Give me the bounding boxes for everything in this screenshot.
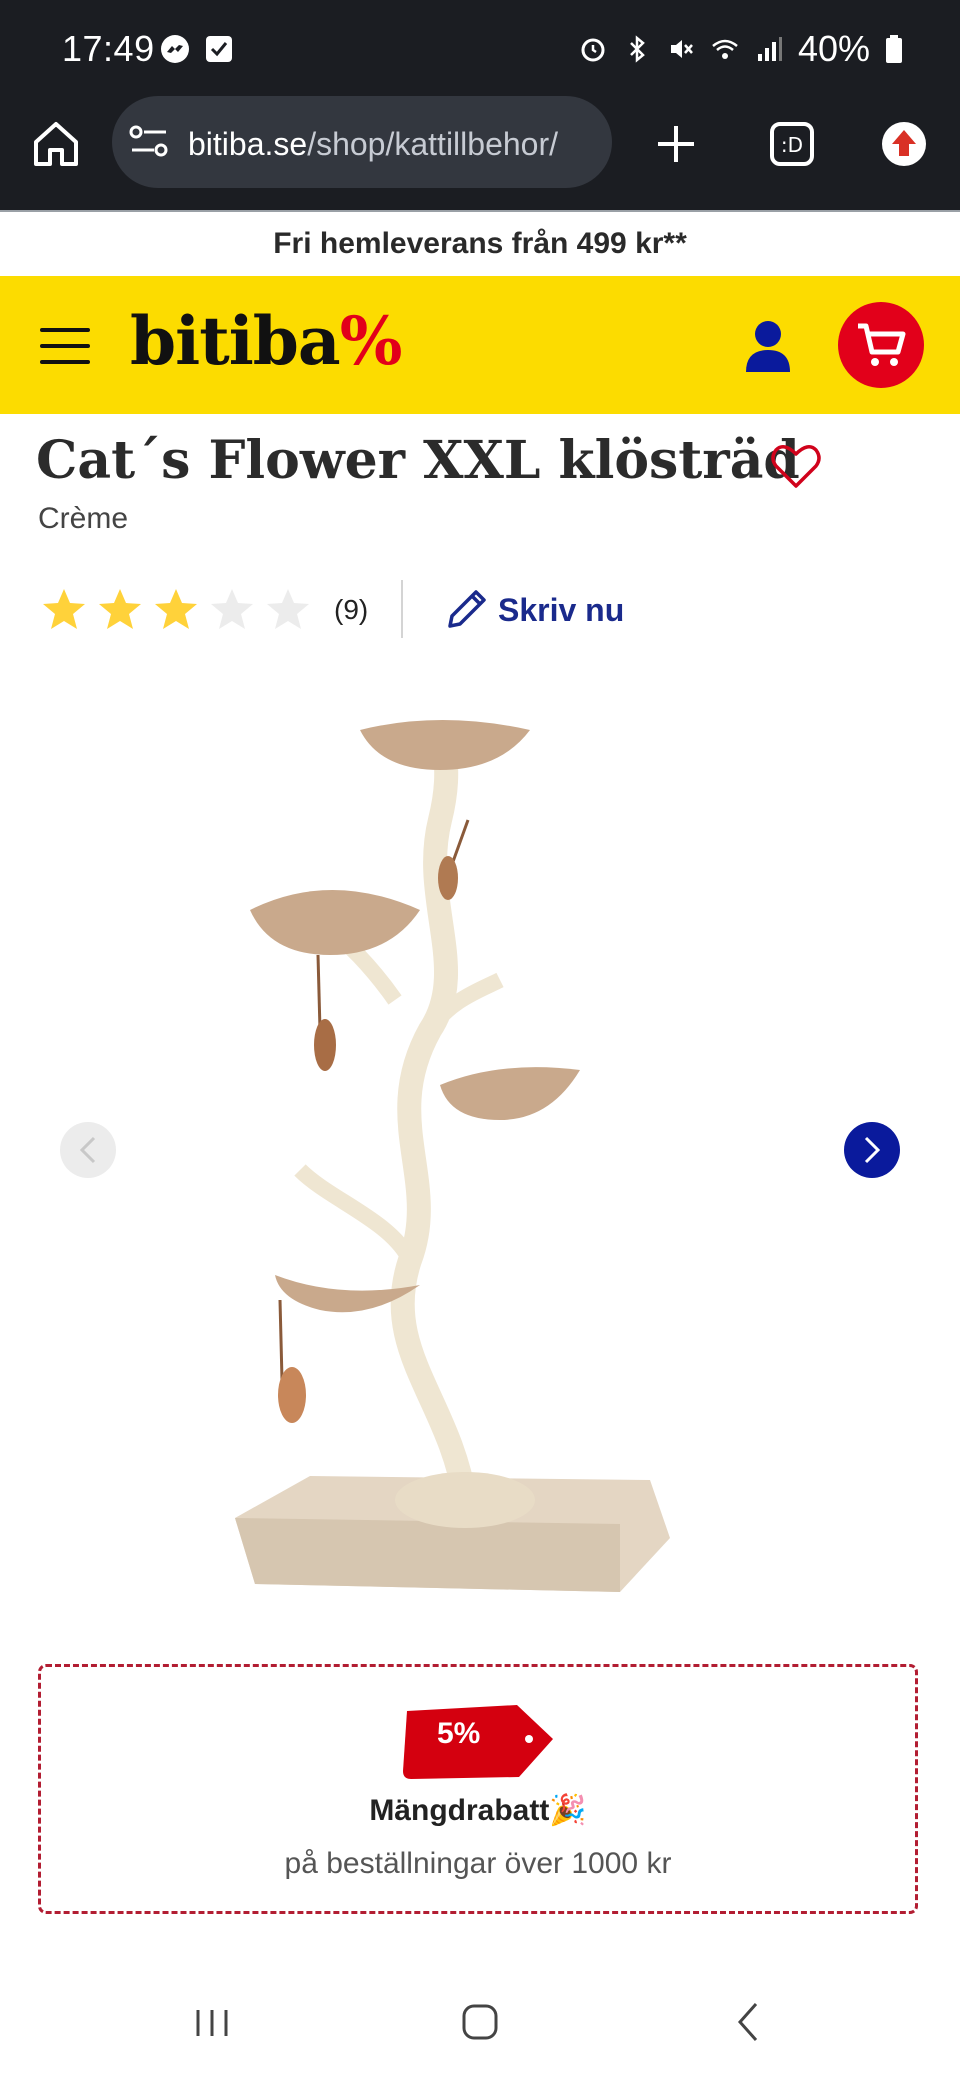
svg-text::D: :D bbox=[781, 133, 803, 157]
star-empty-icon bbox=[267, 589, 309, 629]
checkbox-icon bbox=[206, 36, 232, 62]
shopping-cart-icon bbox=[858, 323, 906, 366]
write-review-button[interactable]: Skriv nu bbox=[442, 586, 624, 634]
site-settings-icon[interactable] bbox=[128, 124, 170, 160]
pencil-icon bbox=[448, 590, 486, 628]
hamburger-menu-icon[interactable] bbox=[40, 328, 90, 364]
url-path: /shop/kattillbehor/ bbox=[307, 126, 558, 162]
tabs-icon[interactable]: :D bbox=[760, 112, 824, 176]
battery-percent: 40% bbox=[797, 28, 870, 69]
battery-icon bbox=[886, 35, 902, 63]
status-time: 17:49 bbox=[62, 28, 155, 69]
discount-subtitle: på beställningar över 1000 kr bbox=[284, 1847, 672, 1880]
messenger-icon bbox=[161, 35, 189, 63]
write-review-label: Skriv nu bbox=[498, 591, 625, 628]
volume-discount-card: 5% Mängdrabatt🎉 på beställningar över 10… bbox=[38, 1664, 918, 1914]
cart-button[interactable] bbox=[838, 302, 924, 388]
home-icon[interactable] bbox=[24, 112, 88, 176]
system-navigation-bar bbox=[0, 1962, 960, 2080]
chevron-left-icon bbox=[79, 1136, 96, 1164]
rating-count[interactable]: (9) bbox=[334, 594, 368, 626]
back-nav-icon[interactable] bbox=[720, 1992, 780, 2052]
wishlist-heart-icon[interactable] bbox=[768, 438, 824, 494]
carousel-next-button[interactable] bbox=[844, 1122, 900, 1178]
discount-title: Mängdrabatt🎉 bbox=[369, 1794, 587, 1827]
url-text[interactable]: bitiba.se/shop/kattillbehor/ bbox=[188, 126, 558, 163]
rating-divider bbox=[401, 580, 403, 638]
star-filled-icon bbox=[155, 589, 197, 629]
bitiba-logo[interactable]: bitiba% bbox=[130, 302, 402, 380]
rating-stars[interactable]: (9) bbox=[40, 586, 368, 634]
site-header: bitiba% bbox=[0, 276, 960, 414]
star-filled-icon bbox=[99, 589, 141, 629]
home-nav-icon[interactable] bbox=[450, 1992, 510, 2052]
user-account-icon[interactable] bbox=[740, 316, 796, 376]
url-domain: bitiba.se bbox=[188, 126, 308, 162]
star-filled-icon bbox=[43, 589, 85, 629]
discount-badge: 5% bbox=[437, 1717, 481, 1750]
update-icon[interactable] bbox=[872, 112, 936, 176]
star-empty-icon bbox=[211, 589, 253, 629]
product-variant: Crème bbox=[38, 502, 129, 535]
carousel-prev-button[interactable] bbox=[60, 1122, 116, 1178]
product-image[interactable] bbox=[180, 700, 780, 1600]
free-delivery-banner: Fri hemleverans från 499 kr** bbox=[0, 210, 960, 278]
product-title: Cat´s Flower XXL klösträd bbox=[36, 430, 800, 491]
recent-apps-icon[interactable] bbox=[182, 1992, 242, 2052]
discount-tag: 5% bbox=[401, 1705, 557, 1779]
chevron-right-icon bbox=[864, 1136, 881, 1164]
mute-icon bbox=[670, 40, 693, 58]
new-tab-icon[interactable] bbox=[644, 112, 708, 176]
signal-icon bbox=[757, 37, 782, 61]
alarm-icon bbox=[581, 38, 605, 62]
wifi-icon bbox=[712, 39, 738, 59]
bluetooth-icon bbox=[630, 35, 645, 63]
status-bar: 17:49 40% bbox=[0, 0, 960, 100]
